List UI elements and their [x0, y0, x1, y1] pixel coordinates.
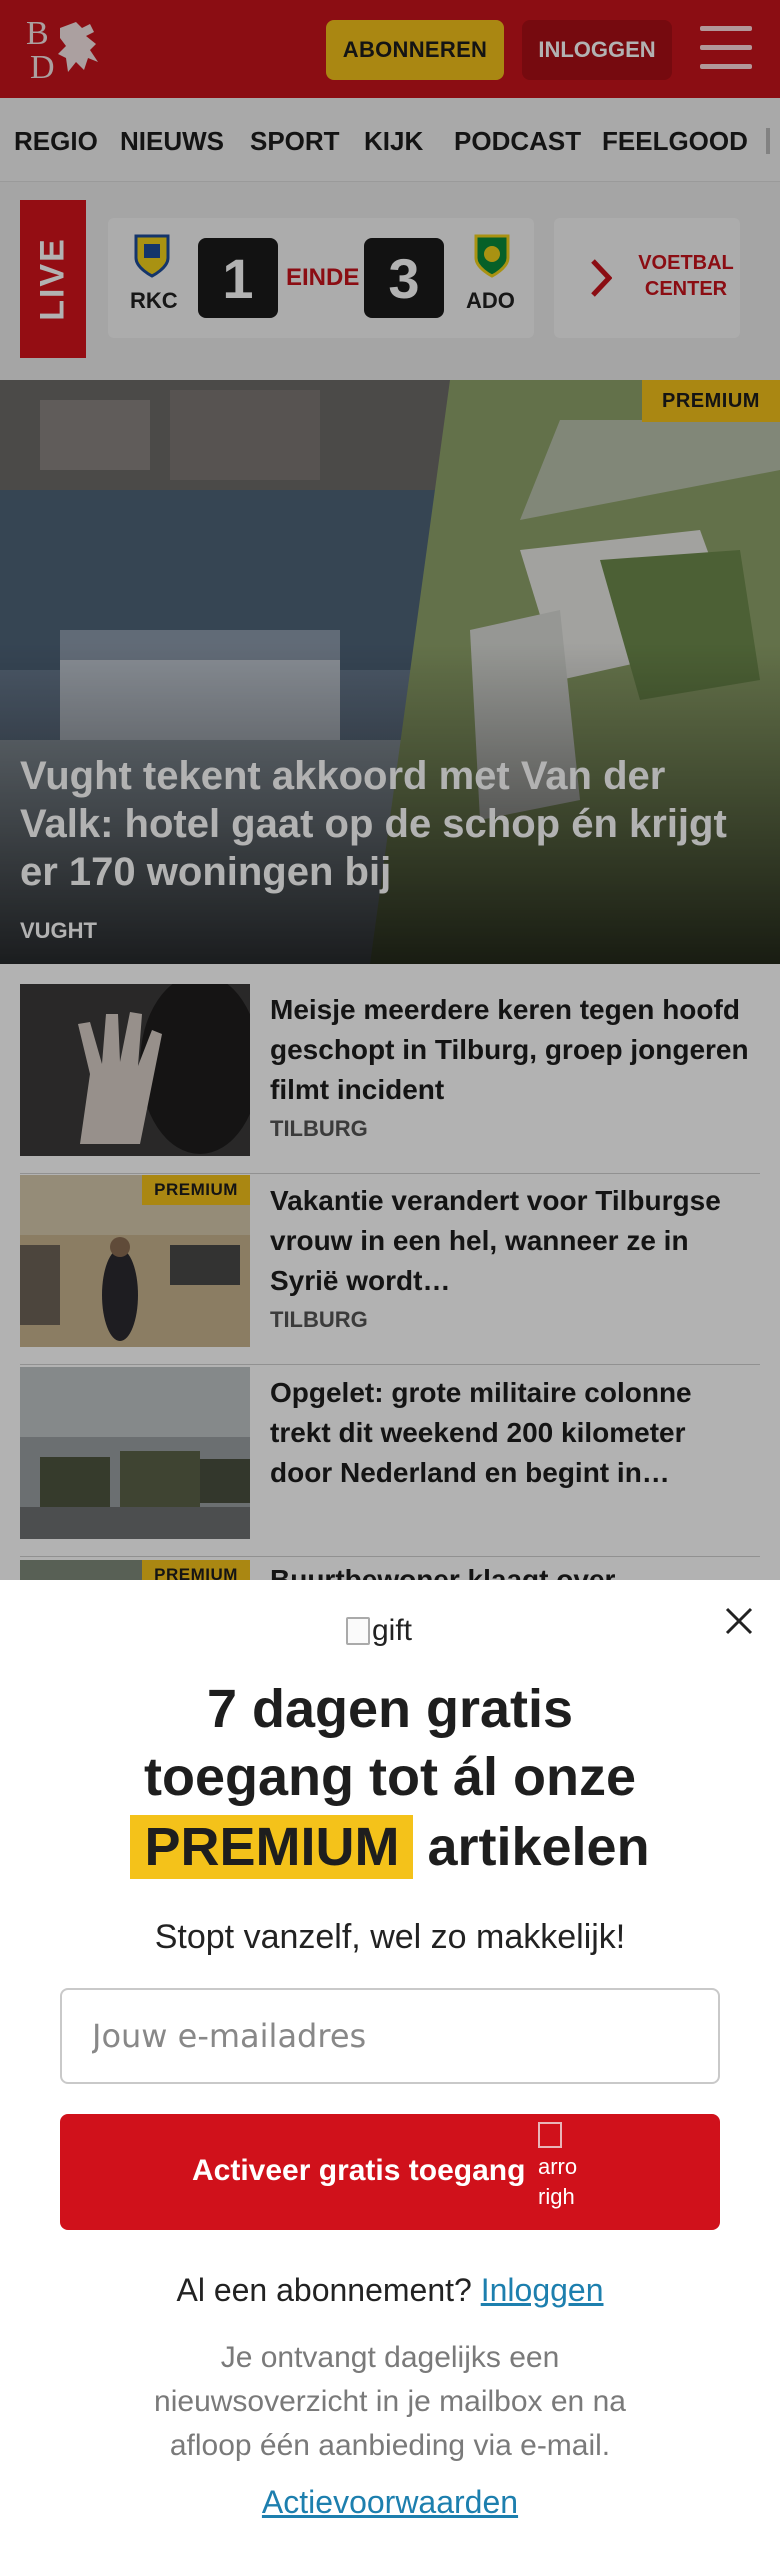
arrow-right-icon: arro righ	[538, 2122, 594, 2222]
activate-free-access-button[interactable]: Activeer gratis toegang arro righ	[60, 2114, 720, 2230]
modal-heading-line2: toegang tot ál onze	[144, 1747, 636, 1807]
gift-icon: gift	[346, 1614, 412, 1648]
login-link[interactable]: Inloggen	[481, 2272, 604, 2308]
terms-link[interactable]: Actievoorwaarden	[0, 2484, 780, 2521]
close-icon[interactable]	[724, 1606, 754, 1636]
modal-heading-line1: 7 dagen gratis	[206, 1679, 574, 1739]
modal-subheading: Stopt vanzelf, wel zo makkelijk!	[154, 1918, 626, 1956]
modal-heading-line3: PREMIUM artikelen	[0, 1814, 780, 1880]
modal-info-text: Je ontvangt dagelijks een nieuwsoverzich…	[154, 2341, 626, 2462]
premium-trial-modal: gift 7 dagen gratis toegang tot ál onze …	[0, 1580, 780, 2560]
email-input[interactable]	[60, 1988, 720, 2084]
premium-highlight: PREMIUM	[130, 1815, 414, 1879]
modal-backdrop[interactable]	[0, 0, 780, 1580]
existing-subscription-text: Al een abonnement? Inloggen	[176, 2272, 604, 2308]
